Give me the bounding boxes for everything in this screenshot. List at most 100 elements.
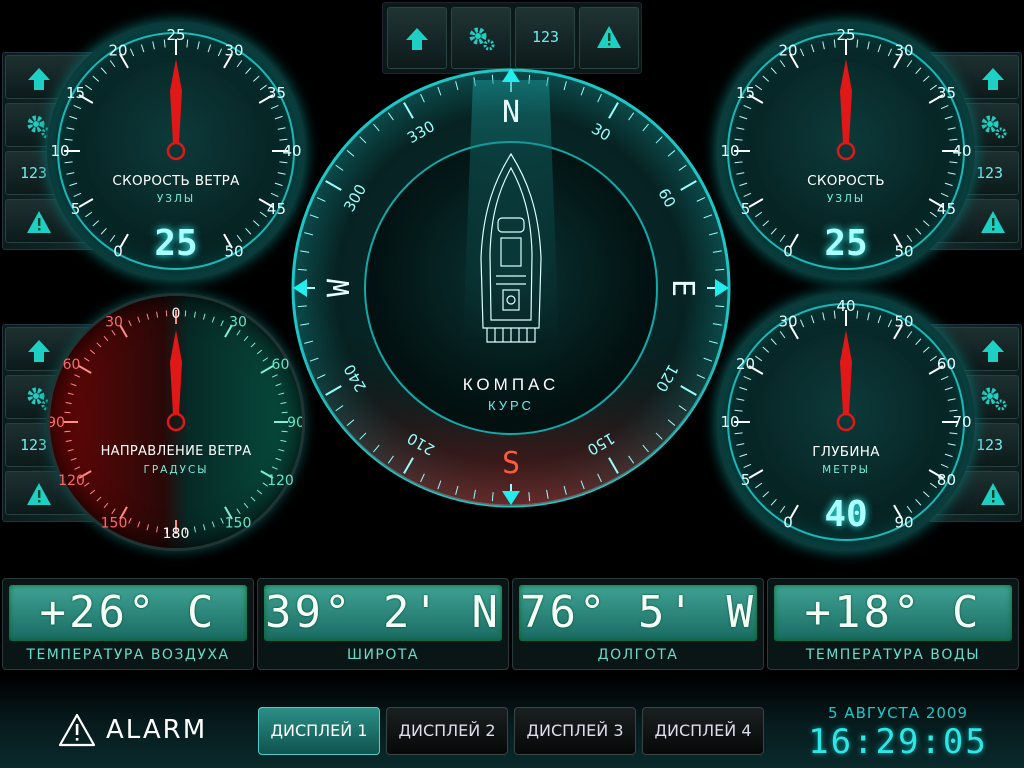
- gauge-tick: [856, 310, 859, 319]
- gauge-tick: [202, 313, 206, 320]
- gauge-tick: [929, 84, 937, 91]
- gauge-tick: [947, 127, 956, 130]
- gauge-tick-label: 20: [778, 42, 797, 60]
- gauge-tick: [85, 84, 93, 91]
- gauge-tick: [256, 489, 263, 495]
- display-1-button[interactable]: ДИСПЛЕЙ 1: [258, 707, 380, 755]
- gauge-tick: [743, 104, 752, 110]
- depth-value: 40: [824, 494, 868, 535]
- gauge-tick: [211, 316, 215, 323]
- compass: 30 60 120 150 210 240 300 330 N S W E КОМПАС КУ…: [291, 68, 731, 508]
- gauge-tick: [755, 482, 763, 489]
- gauge-tick: [833, 310, 836, 319]
- gauge-tick: [236, 329, 241, 336]
- top-arrow-up-button[interactable]: [387, 7, 447, 69]
- gauge-tick: [887, 48, 893, 57]
- gauge-tick: [184, 310, 187, 317]
- display-2-button[interactable]: ДИСПЛЕЙ 2: [386, 707, 508, 755]
- speed-title: СКОРОСТЬ: [807, 173, 885, 189]
- gauge-tick: [856, 39, 859, 48]
- gauge-tick: [197, 41, 200, 50]
- alarm-button[interactable]: ALARM: [58, 710, 208, 754]
- gauge-tick-label: 50: [894, 313, 913, 331]
- gauge-tick: [906, 60, 913, 68]
- warning-icon: [981, 483, 1005, 505]
- gauge-tick: [66, 127, 75, 130]
- gauge-tick: [779, 60, 786, 68]
- date-label: 5 АВГУСТА 2009: [828, 704, 968, 722]
- gauge-tick: [810, 315, 815, 324]
- gauge-tick: [96, 496, 102, 502]
- arrow-up-icon: [982, 68, 1004, 90]
- gauge-tick: [146, 313, 150, 320]
- gauge-tick: [83, 357, 90, 362]
- latitude-panel: 39° 2' N ШИРОТА: [257, 578, 509, 670]
- gauge-tick: [83, 482, 90, 487]
- speed-unit: УЗЛЫ: [826, 193, 866, 205]
- warning-icon: [597, 26, 621, 48]
- numeric-label: 123: [976, 436, 1004, 454]
- gauge-tick: [250, 496, 256, 502]
- gauge-tick: [810, 44, 815, 53]
- gauge-tick: [278, 392, 285, 396]
- wind-speed-title: СКОРОСТЬ ВЕТРА: [112, 173, 240, 189]
- gauge-tick-label: 40: [836, 297, 855, 315]
- numeric-label: 123: [532, 28, 560, 46]
- gauge-tick: [915, 67, 922, 75]
- gauge-tick: [156, 526, 159, 533]
- gauge-tick: [743, 375, 752, 381]
- air-temperature-value: +26° C: [9, 585, 247, 641]
- gauge-tick: [271, 374, 278, 378]
- gauge-tick: [739, 115, 748, 120]
- wind-direction-starboard-label: 30: [229, 315, 247, 331]
- gauge-tick: [220, 517, 224, 524]
- gauge-tick: [280, 439, 287, 442]
- wind-direction-180-label: 180: [163, 526, 190, 542]
- gauge-tick: [89, 349, 96, 355]
- numeric-label: 123: [20, 436, 48, 454]
- gauge-tick: [65, 402, 72, 405]
- wind-speed-unit: УЗЛЫ: [156, 193, 196, 205]
- gauge-tick: [281, 430, 288, 433]
- gauge-tick: [949, 161, 958, 164]
- depth-gauge: 0 5 10 20 30 40 50 60 70 80 90 ГЛУБИНА МЕТРЫ 40: [720, 296, 972, 548]
- gauge-tick: [64, 138, 73, 141]
- warning-icon: [58, 713, 96, 747]
- gauge-tick: [779, 331, 786, 339]
- numeric-label: 123: [976, 164, 1004, 182]
- compass-subtitle: КУРС: [488, 398, 534, 413]
- gauge-tick: [140, 44, 145, 53]
- top-settings-button[interactable]: [451, 7, 511, 69]
- gauge-tick-label: 15: [66, 84, 85, 102]
- wind-direction-dial: 3060901201503060901201500180: [50, 306, 302, 542]
- gauge-tick: [236, 60, 243, 68]
- compass-west-label: W: [322, 278, 357, 297]
- gauge-tick: [906, 331, 913, 339]
- gauge-tick-label: 30: [894, 42, 913, 60]
- gauge-tick: [256, 349, 263, 355]
- gauge-tick: [89, 489, 96, 495]
- gauge-tick: [146, 524, 150, 531]
- display-4-button[interactable]: ДИСПЛЕЙ 4: [642, 707, 764, 755]
- compass-north-label: N: [502, 95, 520, 130]
- top-warning-button[interactable]: [579, 7, 639, 69]
- gauge-tick: [739, 386, 748, 391]
- gauge-tick-label: 20: [108, 42, 127, 60]
- gauge-tick: [67, 392, 74, 396]
- gauge-tick-label: 30: [778, 313, 797, 331]
- wind-direction-starboard-label: 150: [225, 515, 252, 531]
- gauge-tick: [929, 211, 937, 218]
- gauge-tick: [944, 115, 953, 120]
- gauge-tick: [70, 383, 77, 387]
- gauge-tick: [156, 311, 159, 318]
- gauge-tick: [734, 432, 743, 435]
- gauge-tick: [217, 48, 223, 57]
- display-3-button[interactable]: ДИСПЛЕЙ 3: [514, 707, 636, 755]
- gauge-tick: [109, 60, 116, 68]
- gauge-tick: [103, 502, 109, 509]
- gauge-tick-label: 25: [836, 26, 855, 44]
- gauge-tick: [755, 211, 763, 218]
- gauge-tick-label: 25: [166, 26, 185, 44]
- top-numeric-button[interactable]: 123: [515, 7, 575, 69]
- gauge-tick: [762, 346, 770, 353]
